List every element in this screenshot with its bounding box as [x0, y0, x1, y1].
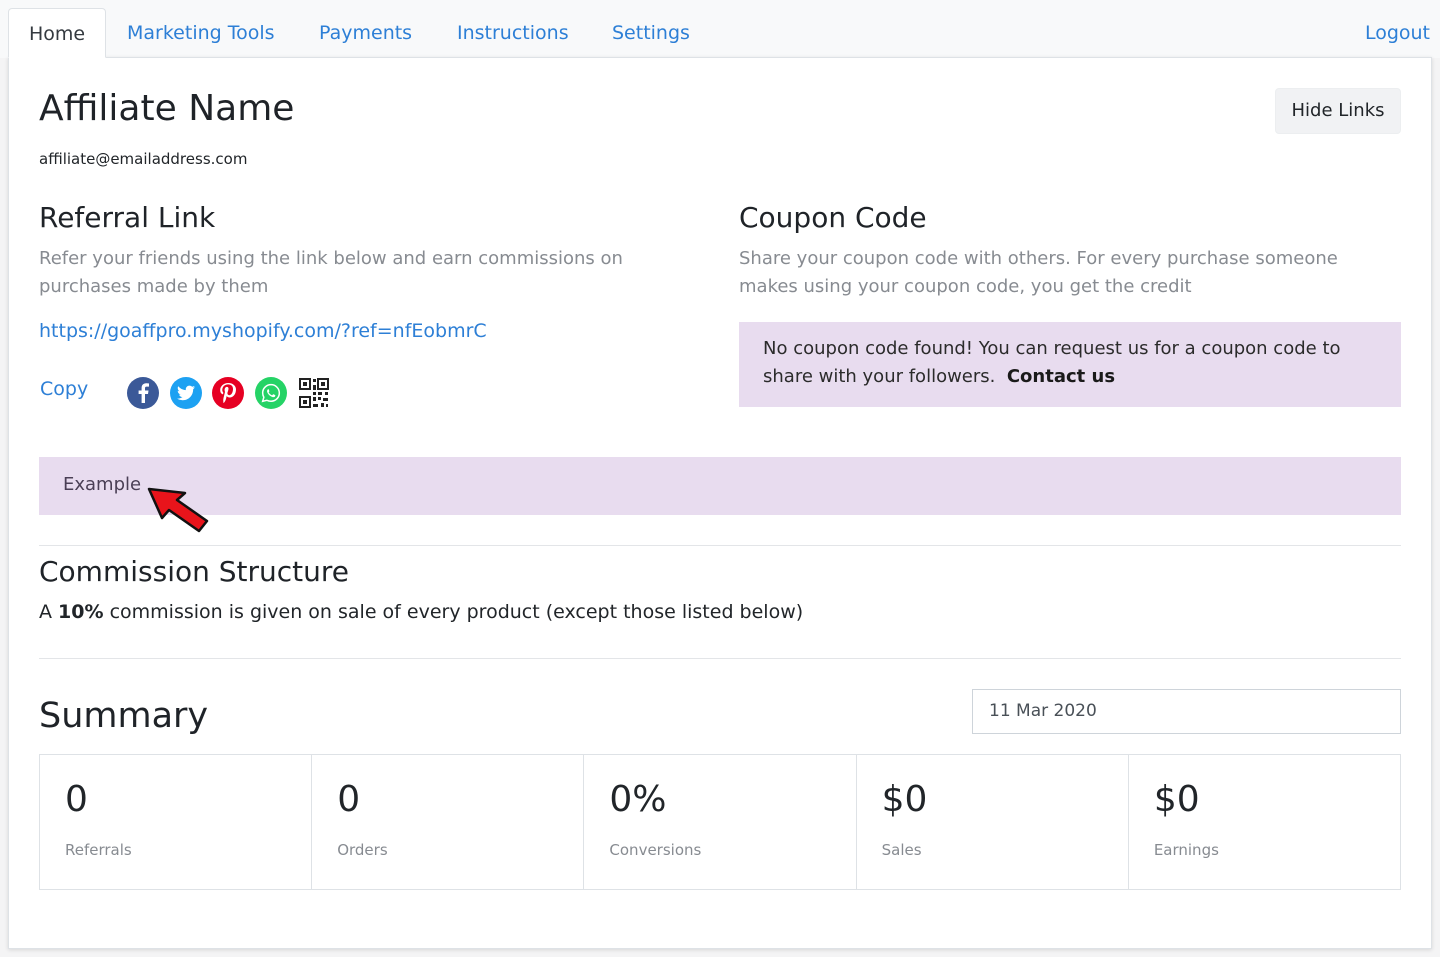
commission-rate: 10% — [58, 601, 104, 623]
referral-url[interactable]: https://goaffpro.myshopify.com/?ref=nfEo… — [39, 320, 487, 342]
commission-title: Commission Structure — [39, 555, 349, 588]
stat-sales: $0 Sales — [857, 755, 1129, 889]
example-banner: Example — [39, 457, 1401, 515]
tab-home[interactable]: Home — [8, 8, 106, 58]
whatsapp-icon[interactable] — [255, 377, 287, 409]
stat-value: 0 — [337, 779, 361, 820]
referral-link-title: Referral Link — [39, 201, 216, 234]
stat-referrals: 0 Referrals — [40, 755, 313, 889]
facebook-icon[interactable] — [127, 377, 159, 409]
coupon-description: Share your coupon code with others. For … — [739, 248, 1338, 297]
stat-label: Earnings — [1153, 841, 1219, 859]
stat-value: $0 — [881, 779, 928, 820]
copy-button[interactable]: Copy — [40, 378, 88, 400]
stat-label: Referrals — [65, 841, 132, 859]
stat-conversions: 0% Conversions — [584, 755, 857, 889]
summary-stats: 0 Referrals 0 Orders 0% Conversions $0 S… — [39, 754, 1401, 890]
stat-orders: 0 Orders — [312, 755, 585, 889]
logout-link[interactable]: Logout — [1365, 8, 1430, 58]
tab-settings[interactable]: Settings — [612, 8, 690, 58]
divider — [39, 545, 1401, 546]
example-text: Example — [63, 474, 142, 495]
affiliate-email: affiliate@emailaddress.com — [39, 150, 248, 168]
commission-suffix: commission is given on sale of every pro… — [109, 601, 804, 623]
stat-label: Sales — [881, 841, 922, 859]
qr-code-icon[interactable] — [297, 376, 331, 410]
red-arrow-icon — [145, 485, 211, 535]
twitter-icon[interactable] — [170, 377, 202, 409]
affiliate-name: Affiliate Name — [39, 88, 295, 129]
stat-label: Conversions — [609, 841, 702, 859]
stat-value: 0 — [65, 779, 88, 820]
commission-prefix: A — [39, 601, 52, 623]
hide-links-button[interactable]: Hide Links — [1275, 88, 1401, 134]
coupon-notice: No coupon code found! You can request us… — [739, 322, 1401, 407]
referral-description: Refer your friends using the link below … — [39, 248, 623, 297]
stat-earnings: $0 Earnings — [1129, 755, 1400, 889]
commission-text: A 10% commission is given on sale of eve… — [39, 601, 803, 623]
stat-value: 0% — [609, 779, 667, 820]
coupon-code-title: Coupon Code — [739, 201, 927, 234]
pinterest-icon[interactable] — [212, 377, 244, 409]
tab-marketing-tools[interactable]: Marketing Tools — [127, 8, 275, 58]
stat-value: $0 — [1153, 779, 1200, 820]
dashboard-card: Affiliate Name affiliate@emailaddress.co… — [8, 57, 1432, 949]
contact-us-link[interactable]: Contact us — [1007, 366, 1115, 387]
summary-title: Summary — [39, 696, 209, 736]
top-nav: Home Marketing Tools Payments Instructio… — [0, 0, 1440, 58]
divider — [39, 658, 1401, 659]
tab-instructions[interactable]: Instructions — [457, 8, 569, 58]
date-range-input[interactable]: 11 Mar 2020 — [972, 689, 1401, 734]
stat-label: Orders — [337, 841, 388, 859]
tab-payments[interactable]: Payments — [319, 8, 412, 58]
